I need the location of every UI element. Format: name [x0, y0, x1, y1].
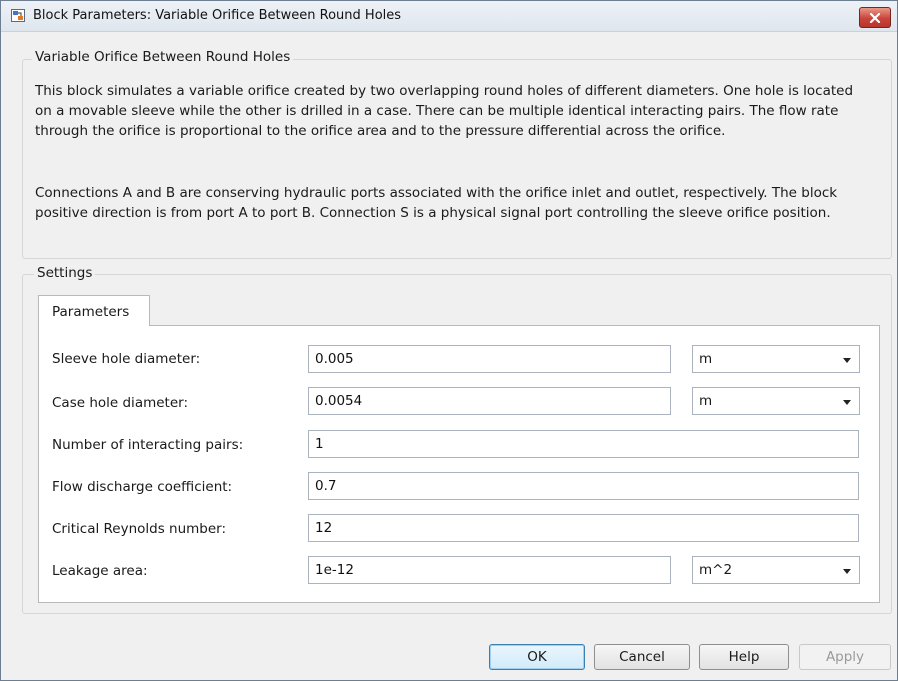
- leakage-area-label: Leakage area:: [52, 563, 148, 579]
- case-hole-diameter-field[interactable]: 0.0054: [308, 387, 671, 415]
- discharge-coefficient-field[interactable]: 0.7: [308, 472, 859, 500]
- case-hole-diameter-label: Case hole diameter:: [52, 395, 189, 411]
- cancel-button[interactable]: Cancel: [594, 644, 690, 670]
- unit-value: m^2: [699, 562, 733, 578]
- interacting-pairs-field[interactable]: 1: [308, 430, 859, 458]
- window-title: Block Parameters: Variable Orifice Betwe…: [33, 8, 402, 23]
- description-paragraph-2: Connections A and B are conserving hydra…: [35, 185, 838, 221]
- close-button[interactable]: [859, 7, 891, 28]
- close-icon: [869, 12, 881, 23]
- critical-reynolds-label: Critical Reynolds number:: [52, 521, 227, 537]
- chevron-down-icon: [843, 400, 851, 405]
- interacting-pairs-label: Number of interacting pairs:: [52, 437, 244, 453]
- leakage-area-unit-select[interactable]: m^2: [692, 556, 860, 584]
- ok-button[interactable]: OK: [489, 644, 585, 670]
- chevron-down-icon: [843, 569, 851, 574]
- leakage-area-field[interactable]: 1e-12: [308, 556, 671, 584]
- apply-button[interactable]: Apply: [799, 644, 891, 670]
- settings-legend: Settings: [34, 265, 96, 281]
- block-parameters-dialog: Block Parameters: Variable Orifice Betwe…: [0, 0, 898, 681]
- tab-parameters-label: Parameters: [52, 304, 130, 320]
- description-paragraph-1: This block simulates a variable orifice …: [35, 83, 854, 139]
- chevron-down-icon: [843, 358, 851, 363]
- case-hole-diameter-unit-select[interactable]: m: [692, 387, 860, 415]
- critical-reynolds-field[interactable]: 12: [308, 514, 859, 542]
- sleeve-hole-diameter-unit-select[interactable]: m: [692, 345, 860, 373]
- tab-parameters[interactable]: Parameters: [38, 295, 150, 326]
- title-bar[interactable]: Block Parameters: Variable Orifice Betwe…: [1, 1, 897, 32]
- unit-value: m: [699, 393, 713, 409]
- unit-value: m: [699, 351, 713, 367]
- simulink-block-icon: [11, 9, 25, 22]
- discharge-coefficient-label: Flow discharge coefficient:: [52, 479, 233, 495]
- block-name-legend: Variable Orifice Between Round Holes: [32, 49, 294, 65]
- help-button[interactable]: Help: [699, 644, 789, 670]
- sleeve-hole-diameter-field[interactable]: 0.005: [308, 345, 671, 373]
- sleeve-hole-diameter-label: Sleeve hole diameter:: [52, 351, 201, 367]
